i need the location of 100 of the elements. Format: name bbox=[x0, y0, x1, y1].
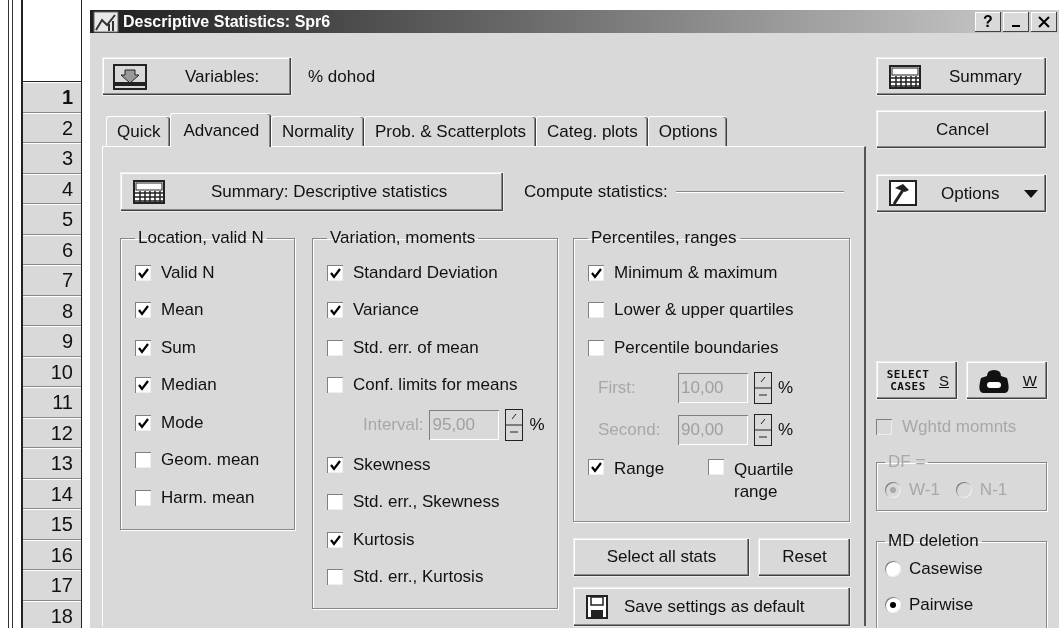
checkbox[interactable] bbox=[588, 264, 604, 281]
monitor-icon bbox=[113, 63, 147, 90]
save-default-button[interactable]: Save settings as default bbox=[573, 586, 851, 627]
cancel-button[interactable]: Cancel bbox=[876, 110, 1047, 149]
checkbox[interactable] bbox=[327, 569, 343, 586]
checkbox[interactable] bbox=[135, 339, 151, 356]
options-button[interactable]: Options bbox=[876, 174, 1047, 213]
radio-button[interactable] bbox=[885, 597, 901, 613]
checkbox-label: Geom. mean bbox=[161, 450, 260, 471]
tab[interactable]: Quick bbox=[106, 116, 171, 146]
checkbox[interactable] bbox=[135, 377, 151, 394]
group-title: MD deletion bbox=[887, 531, 980, 551]
checkbox[interactable] bbox=[135, 489, 151, 506]
group-title: Percentiles, ranges bbox=[590, 228, 738, 248]
checkbox-label: Median bbox=[161, 375, 217, 396]
summary-button[interactable]: Summary: Descriptive statistics bbox=[120, 172, 504, 212]
spinner-icon[interactable] bbox=[754, 371, 772, 404]
checkbox-label: Std. err., Skewness bbox=[353, 492, 500, 513]
row-header[interactable]: 14 bbox=[23, 478, 81, 509]
close-button[interactable] bbox=[1031, 11, 1057, 32]
group-title: DF = bbox=[887, 452, 927, 472]
checkbox-label: Minimum & maximum bbox=[614, 262, 778, 283]
row-header[interactable]: 4 bbox=[23, 173, 81, 204]
help-button[interactable]: ? bbox=[975, 11, 1001, 32]
unit-label: % bbox=[778, 419, 794, 440]
checkbox-label: Kurtosis bbox=[353, 529, 415, 550]
checkbox-label: Range bbox=[614, 458, 665, 479]
radio-label: Pairwise bbox=[909, 595, 974, 615]
row-header[interactable]: 2 bbox=[23, 112, 81, 143]
hammer-icon bbox=[889, 179, 917, 208]
table-icon bbox=[133, 180, 165, 204]
weight-button[interactable]: W bbox=[966, 361, 1048, 400]
tab[interactable]: Normality bbox=[271, 116, 364, 146]
row-header[interactable]: 11 bbox=[23, 387, 81, 418]
checkbox[interactable] bbox=[327, 302, 343, 319]
checkbox[interactable] bbox=[708, 458, 724, 475]
checkbox-label: Mode bbox=[161, 412, 204, 433]
checkbox[interactable] bbox=[327, 531, 343, 548]
row-header[interactable]: 3 bbox=[23, 143, 81, 174]
minimize-button[interactable] bbox=[1003, 11, 1029, 32]
weight-icon bbox=[977, 367, 1011, 394]
checkbox[interactable] bbox=[327, 456, 343, 473]
checkbox-label: Quartile range bbox=[734, 458, 795, 503]
window-title: Descriptive Statistics: Spr6 bbox=[123, 12, 331, 31]
checkbox-label: Valid N bbox=[161, 262, 215, 283]
row-header[interactable]: 15 bbox=[23, 509, 81, 540]
checkbox[interactable] bbox=[135, 414, 151, 431]
checkbox-label: Lower & upper quartiles bbox=[614, 300, 794, 321]
summary-button[interactable]: Summary bbox=[876, 57, 1047, 96]
checkbox[interactable] bbox=[327, 377, 343, 394]
tab[interactable]: Categ. plots bbox=[536, 116, 648, 146]
tab[interactable]: Prob. & Scatterplots bbox=[363, 116, 537, 146]
unit-label: % bbox=[778, 377, 794, 398]
chart-icon bbox=[93, 10, 119, 33]
select-all-button[interactable]: Select all stats bbox=[573, 537, 750, 577]
row-header[interactable]: 16 bbox=[23, 539, 81, 570]
checkbox-label: Standard Deviation bbox=[353, 262, 498, 283]
caret-icon bbox=[1023, 189, 1038, 198]
radio-button[interactable] bbox=[885, 561, 901, 577]
checkbox[interactable] bbox=[588, 458, 604, 475]
checkbox[interactable] bbox=[135, 452, 151, 469]
checkbox-label: Std. err., Kurtosis bbox=[353, 567, 484, 588]
checkbox-label: Skewness bbox=[353, 454, 431, 475]
checkbox[interactable] bbox=[135, 302, 151, 319]
row-header[interactable]: 12 bbox=[23, 417, 81, 448]
unit-label: % bbox=[529, 415, 545, 435]
reset-button[interactable]: Reset bbox=[758, 537, 851, 577]
floppy-icon bbox=[586, 594, 608, 619]
checkbox[interactable] bbox=[327, 339, 343, 356]
checkbox-label: Percentile boundaries bbox=[614, 337, 779, 358]
checkbox-label: Variance bbox=[353, 300, 419, 321]
group-title: Variation, moments bbox=[329, 228, 477, 248]
tab[interactable]: Options bbox=[647, 116, 728, 146]
spinner-icon[interactable] bbox=[505, 409, 524, 441]
checkbox[interactable] bbox=[327, 264, 343, 281]
variables-button[interactable]: Variables: bbox=[102, 57, 292, 96]
row-header[interactable]: 18 bbox=[23, 600, 81, 628]
section-label: Compute statistics: bbox=[524, 182, 668, 202]
row-header[interactable]: 8 bbox=[23, 295, 81, 326]
row-header[interactable]: 7 bbox=[23, 265, 81, 296]
row-header[interactable]: 6 bbox=[23, 234, 81, 265]
group-title: Location, valid N bbox=[137, 228, 265, 248]
table-icon bbox=[889, 64, 921, 89]
row-header[interactable]: 9 bbox=[23, 326, 81, 357]
checkbox[interactable] bbox=[588, 302, 604, 319]
checkbox[interactable] bbox=[588, 339, 604, 356]
row-header[interactable]: 10 bbox=[23, 356, 81, 387]
tab[interactable]: Advanced bbox=[170, 113, 272, 147]
checkbox-label: Conf. limits for means bbox=[353, 375, 518, 396]
checkbox[interactable] bbox=[327, 494, 343, 511]
checkbox-label: Mean bbox=[161, 300, 204, 321]
row-header[interactable]: 17 bbox=[23, 570, 81, 601]
minimize-icon bbox=[1012, 25, 1020, 27]
row-header[interactable]: 1 bbox=[23, 82, 81, 113]
row-header[interactable]: 5 bbox=[23, 204, 81, 235]
checkbox[interactable] bbox=[135, 264, 151, 281]
checkbox-label: Std. err. of mean bbox=[353, 337, 479, 358]
spinner-icon[interactable] bbox=[754, 413, 772, 446]
row-header[interactable]: 13 bbox=[23, 448, 81, 479]
radio-label: Casewise bbox=[909, 559, 983, 579]
